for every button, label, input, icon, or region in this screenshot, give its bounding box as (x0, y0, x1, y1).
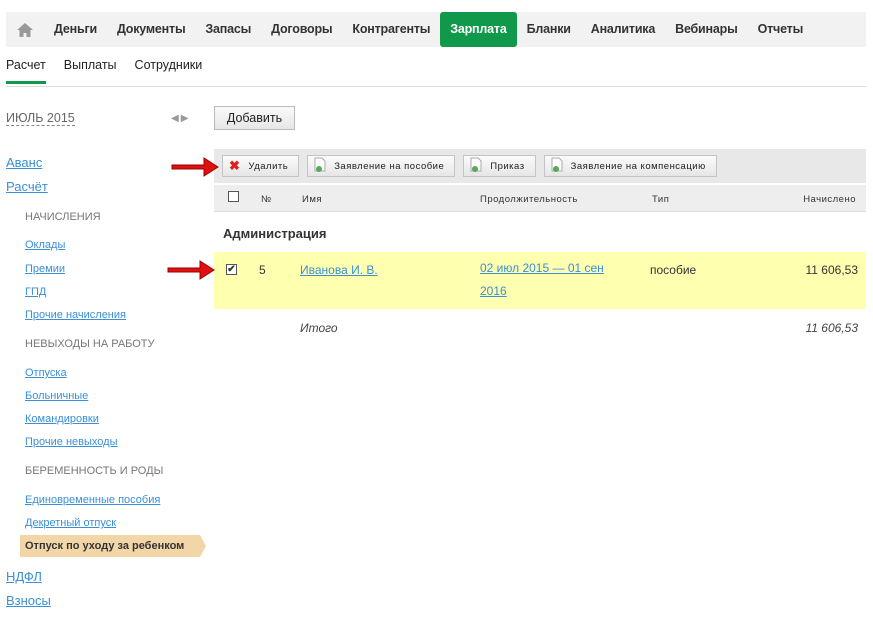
sidebar-lump-sum[interactable]: Единовременные пособия (25, 494, 160, 506)
select-all-checkbox[interactable] (228, 191, 239, 202)
nav-salary[interactable]: Зарплата (440, 12, 517, 47)
benefit-application-button[interactable]: Заявление на пособие (307, 155, 456, 177)
period-arrows[interactable]: ◀▶ (171, 113, 190, 124)
sidebar-other-absences[interactable]: Прочие невыходы (25, 436, 117, 448)
next-arrow-icon[interactable]: ▶ (181, 113, 191, 124)
sidebar-other-accruals[interactable]: Прочие начисления (25, 309, 126, 321)
row-accrued: 11 606,53 (805, 263, 859, 277)
nav-contractors[interactable]: Контрагенты (342, 12, 440, 47)
period-selector[interactable]: ИЮЛЬ 2015 (6, 111, 75, 126)
prev-arrow-icon[interactable]: ◀ (171, 113, 181, 124)
sidebar-raschet[interactable]: Расчёт (6, 179, 48, 194)
total-value: 11 606,53 (805, 321, 859, 335)
sidebar-sick[interactable]: Больничные (25, 390, 88, 402)
sidebar-maternity-leave[interactable]: Декретный отпуск (25, 517, 116, 529)
nav-webinars[interactable]: Вебинары (665, 12, 747, 47)
sidebar-salaries[interactable]: Оклады (25, 239, 65, 251)
sidebar-bonuses[interactable]: Премии (25, 263, 65, 275)
sidebar-gpd[interactable]: ГПД (25, 286, 46, 298)
col-accrued[interactable]: Начислено (803, 194, 856, 205)
employee-link[interactable]: Иванова И. В. (300, 263, 378, 277)
sidebar-vacations[interactable]: Отпуска (25, 367, 67, 379)
nav-money[interactable]: Деньги (44, 12, 107, 47)
order-label: Приказ (490, 160, 525, 172)
document-add-icon (470, 157, 482, 175)
table-row[interactable]: ✔ 5 Иванова И. В. 02 июл 2015 — 01 сен 2… (214, 252, 866, 309)
nav-forms[interactable]: Бланки (517, 12, 581, 47)
group-title: Администрация (223, 226, 327, 241)
divider (6, 86, 866, 87)
sub-nav: Расчет Выплаты Сотрудники (6, 58, 220, 84)
row-num: 5 (259, 263, 266, 277)
col-num: № (261, 194, 272, 205)
document-add-icon (314, 157, 326, 175)
sidebar-childcare-leave[interactable]: Отпуск по уходу за ребенком (20, 535, 206, 557)
nav-analytics[interactable]: Аналитика (581, 12, 665, 47)
section-maternity: БЕРЕМЕННОСТЬ И РОДЫ (25, 465, 164, 477)
tab-calculation[interactable]: Расчет (6, 58, 46, 84)
order-button[interactable]: Приказ (463, 155, 536, 177)
annotation-arrow-icon (167, 260, 215, 280)
benefit-label: Заявление на пособие (334, 160, 445, 172)
compensation-label: Заявление на компенсацию (570, 160, 706, 172)
delete-button[interactable]: ✖ Удалить (222, 155, 300, 177)
top-nav: Деньги Документы Запасы Договоры Контраг… (6, 12, 866, 47)
total-label: Итого (300, 321, 338, 335)
sidebar-ndfl[interactable]: НДФЛ (6, 569, 42, 584)
nav-contracts[interactable]: Договоры (261, 12, 342, 47)
row-type: пособие (650, 263, 697, 277)
sidebar-trips[interactable]: Командировки (25, 413, 99, 425)
col-duration[interactable]: Продолжительность (480, 194, 578, 205)
delete-x-icon: ✖ (229, 158, 241, 173)
col-name[interactable]: Имя (302, 194, 322, 205)
sidebar-contributions[interactable]: Взносы (6, 593, 51, 608)
table-header: № Имя Продолжительность Тип Начислено (214, 185, 866, 212)
tab-payments[interactable]: Выплаты (64, 58, 117, 84)
col-type[interactable]: Тип (652, 194, 669, 205)
tab-employees[interactable]: Сотрудники (135, 58, 203, 84)
sidebar-avans[interactable]: Аванс (6, 155, 42, 170)
section-accruals: НАЧИСЛЕНИЯ (25, 211, 101, 223)
compensation-application-button[interactable]: Заявление на компенсацию (543, 155, 717, 177)
nav-reports[interactable]: Отчеты (748, 12, 814, 47)
annotation-arrow-icon (171, 157, 219, 177)
home-icon[interactable] (6, 12, 44, 47)
section-absences: НЕВЫХОДЫ НА РАБОТУ (25, 338, 155, 350)
delete-label: Удалить (248, 160, 289, 172)
duration-link[interactable]: 02 июл 2015 — 01 сен 2016 (480, 257, 620, 303)
toolbar: ✖ Удалить Заявление на пособие Приказ Зая… (214, 149, 866, 183)
row-checkbox[interactable]: ✔ (226, 264, 237, 275)
nav-documents[interactable]: Документы (107, 12, 195, 47)
nav-stock[interactable]: Запасы (195, 12, 261, 47)
add-button[interactable]: Добавить (214, 106, 295, 130)
document-add-icon (551, 157, 563, 175)
